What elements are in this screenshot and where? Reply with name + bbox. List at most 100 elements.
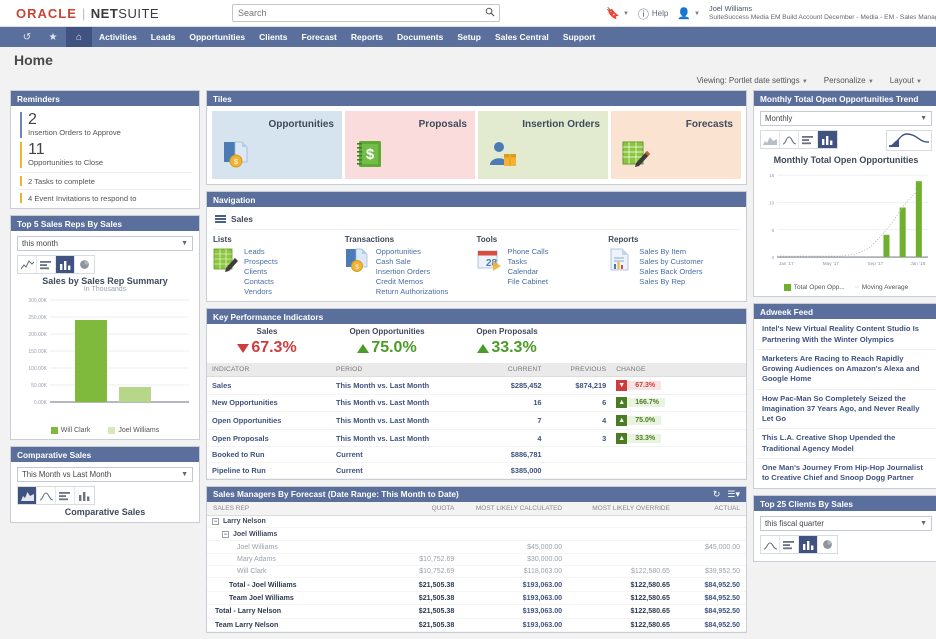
nav-link-cash-sale[interactable]: Cash Sale xyxy=(376,257,449,266)
kpi-col-previous[interactable]: PREVIOUS xyxy=(547,363,612,377)
refresh-icon[interactable]: ↻ xyxy=(713,489,721,500)
list-item[interactable]: This L.A. Creative Shop Upended the Trad… xyxy=(756,429,936,459)
nav-link-opportunities[interactable]: Opportunities xyxy=(376,247,449,256)
nav-item-clients[interactable]: Clients xyxy=(252,27,294,47)
nav-item-opportunities[interactable]: Opportunities xyxy=(182,27,252,47)
bar-horizontal-icon[interactable] xyxy=(56,487,75,504)
sparkline-preview-icon[interactable] xyxy=(886,130,932,151)
tile-forecasts[interactable]: Forecasts xyxy=(611,111,741,179)
viewing-portlet-date-settings[interactable]: Viewing: Portlet date settings ▼ xyxy=(697,76,808,85)
table-row[interactable]: Joel Williams $45,000.00 $45,000.00 xyxy=(207,541,746,553)
tile-opportunities[interactable]: Opportunities $ xyxy=(212,111,342,179)
nav-link-sales-by-rep[interactable]: Sales By Rep xyxy=(639,277,703,286)
search-icon[interactable] xyxy=(485,7,495,20)
nav-link-credit-memos[interactable]: Credit Memos xyxy=(376,277,449,286)
top25-period-select[interactable]: this fiscal quarter ▼ xyxy=(760,516,932,531)
legend-item[interactable]: Total Open Opp... xyxy=(784,284,845,291)
chevron-down-icon[interactable]: ▼ xyxy=(623,11,629,17)
table-row[interactable]: Total - Larry Nelson $21,505.38 $193,063… xyxy=(207,605,746,618)
table-row[interactable]: Open Proposals This Month vs. Last Month… xyxy=(207,429,746,447)
trend-bars[interactable] xyxy=(883,181,921,257)
tile-insertion-orders[interactable]: Insertion Orders xyxy=(478,111,608,179)
forecast-col-sales-rep[interactable]: SALES REP xyxy=(207,502,369,516)
forecast-col-most-likely-override[interactable]: MOST LIKELY OVERRIDE xyxy=(568,502,676,516)
feed-link[interactable]: One Man's Journey From Hip-Hop Journalis… xyxy=(762,463,930,484)
search-input[interactable] xyxy=(232,4,500,22)
menu-icon[interactable]: ☰▾ xyxy=(727,489,740,500)
nav-link-sales-by-customer[interactable]: Sales by Customer xyxy=(639,257,703,266)
reminder-item[interactable]: 2 Insertion Orders to Approve xyxy=(18,112,192,138)
table-row[interactable]: −Larry Nelson xyxy=(207,515,746,528)
shortcuts-star-icon[interactable]: ★ xyxy=(40,27,66,47)
reminder-item[interactable]: 2 Tasks to complete xyxy=(18,172,192,189)
quick-add-menu[interactable]: 🔖 ▼ xyxy=(606,7,629,20)
forecast-col-actual[interactable]: ACTUAL xyxy=(676,502,746,516)
navigation-section-sales[interactable]: Sales xyxy=(213,212,740,230)
table-row[interactable]: Open Opportunities This Month vs. Last M… xyxy=(207,412,746,430)
nav-item-setup[interactable]: Setup xyxy=(450,27,488,47)
list-item[interactable]: Marketers Are Racing to Reach Rapidly Gr… xyxy=(756,350,936,390)
legend-item[interactable]: Will Clark xyxy=(51,427,91,434)
nav-item-sales-central[interactable]: Sales Central xyxy=(488,27,556,47)
list-item[interactable]: One Man's Journey From Hip-Hop Journalis… xyxy=(756,459,936,488)
nav-item-support[interactable]: Support xyxy=(556,27,603,47)
table-row[interactable]: Pipeline to Run Current $385,000 xyxy=(207,462,746,478)
nav-link-sales-back-orders[interactable]: Sales Back Orders xyxy=(639,267,703,276)
comparative-period-select[interactable]: This Month vs Last Month ▼ xyxy=(17,467,193,482)
chevron-down-icon[interactable]: ▼ xyxy=(181,471,188,478)
bar-vertical-icon[interactable] xyxy=(799,536,818,553)
recent-records-icon[interactable]: ↺ xyxy=(14,27,40,47)
chevron-down-icon[interactable]: ▼ xyxy=(916,79,922,85)
bar-horizontal-icon[interactable] xyxy=(780,536,799,553)
area-chart-icon[interactable] xyxy=(761,131,780,148)
nav-link-phone-calls[interactable]: Phone Calls xyxy=(508,247,549,256)
bar-vertical-icon[interactable] xyxy=(75,487,94,504)
bookmark-plus-icon[interactable]: 🔖 xyxy=(606,7,620,20)
chevron-down-icon[interactable]: ▼ xyxy=(802,79,808,85)
kpi-highlight-open-opportunities[interactable]: Open Opportunities 75.0% xyxy=(327,327,447,357)
line-chart-icon[interactable] xyxy=(18,256,37,273)
bar-horizontal-icon[interactable] xyxy=(37,256,56,273)
nav-item-leads[interactable]: Leads xyxy=(144,27,183,47)
bar-will-clark[interactable] xyxy=(75,320,107,402)
chevron-down-icon[interactable]: ▼ xyxy=(181,240,188,247)
nav-item-activities[interactable]: Activities xyxy=(92,27,144,47)
kpi-highlight-sales[interactable]: Sales 67.3% xyxy=(207,327,327,357)
nav-link-calendar[interactable]: Calendar xyxy=(508,267,549,276)
chevron-down-icon[interactable]: ▼ xyxy=(868,79,874,85)
line-chart-icon[interactable] xyxy=(37,487,56,504)
kpi-col-change[interactable]: CHANGE xyxy=(611,363,746,377)
bar-vertical-icon[interactable] xyxy=(56,256,75,273)
help-icon[interactable]: ⓘ xyxy=(638,6,649,22)
nav-link-insertion-orders[interactable]: Insertion Orders xyxy=(376,267,449,276)
nav-link-contacts[interactable]: Contacts xyxy=(244,277,278,286)
nav-link-file-cabinet[interactable]: File Cabinet xyxy=(508,277,549,286)
kpi-col-indicator[interactable]: INDICATOR xyxy=(207,363,331,377)
reminder-item[interactable]: 4 Event Invitations to respond to xyxy=(18,189,192,206)
chevron-down-icon[interactable]: ▼ xyxy=(694,11,700,17)
table-row[interactable]: Mary Adams $10,752.69 $30,000.00 xyxy=(207,553,746,565)
table-row[interactable]: Sales This Month vs. Last Month $285,452… xyxy=(207,377,746,395)
chevron-down-icon[interactable]: ▼ xyxy=(920,115,927,122)
nav-item-documents[interactable]: Documents xyxy=(390,27,450,47)
legend-item[interactable]: Joel Williams xyxy=(108,427,159,434)
table-row[interactable]: New Opportunities This Month vs. Last Mo… xyxy=(207,394,746,412)
kpi-col-current[interactable]: CURRENT xyxy=(476,363,546,377)
nav-link-prospects[interactable]: Prospects xyxy=(244,257,278,266)
feed-link[interactable]: How Pac-Man So Completely Seized the Ima… xyxy=(762,394,930,425)
user-avatar-icon[interactable]: 👤 xyxy=(677,7,691,20)
chevron-down-icon[interactable]: ▼ xyxy=(920,520,927,527)
top5-period-select[interactable]: this month ▼ xyxy=(17,236,193,251)
nav-item-forecast[interactable]: Forecast xyxy=(294,27,343,47)
line-chart-icon[interactable] xyxy=(761,536,780,553)
help-link[interactable]: ⓘ Help xyxy=(638,6,668,22)
nav-link-tasks[interactable]: Tasks xyxy=(508,257,549,266)
tree-collapse-icon[interactable]: − xyxy=(212,518,219,525)
bar-joel-williams[interactable] xyxy=(119,387,151,402)
nav-link-clients[interactable]: Clients xyxy=(244,267,278,276)
table-row[interactable]: Will Clark $10,752.69 $118,063.00 $122,5… xyxy=(207,566,746,578)
forecast-col-most-likely-calculated[interactable]: MOST LIKELY CALCULATED xyxy=(460,502,568,516)
list-item[interactable]: How Pac-Man So Completely Seized the Ima… xyxy=(756,390,936,430)
kpi-col-period[interactable]: PERIOD xyxy=(331,363,477,377)
table-row[interactable]: Team Joel Williams $21,505.38 $193,063.0… xyxy=(207,591,746,604)
